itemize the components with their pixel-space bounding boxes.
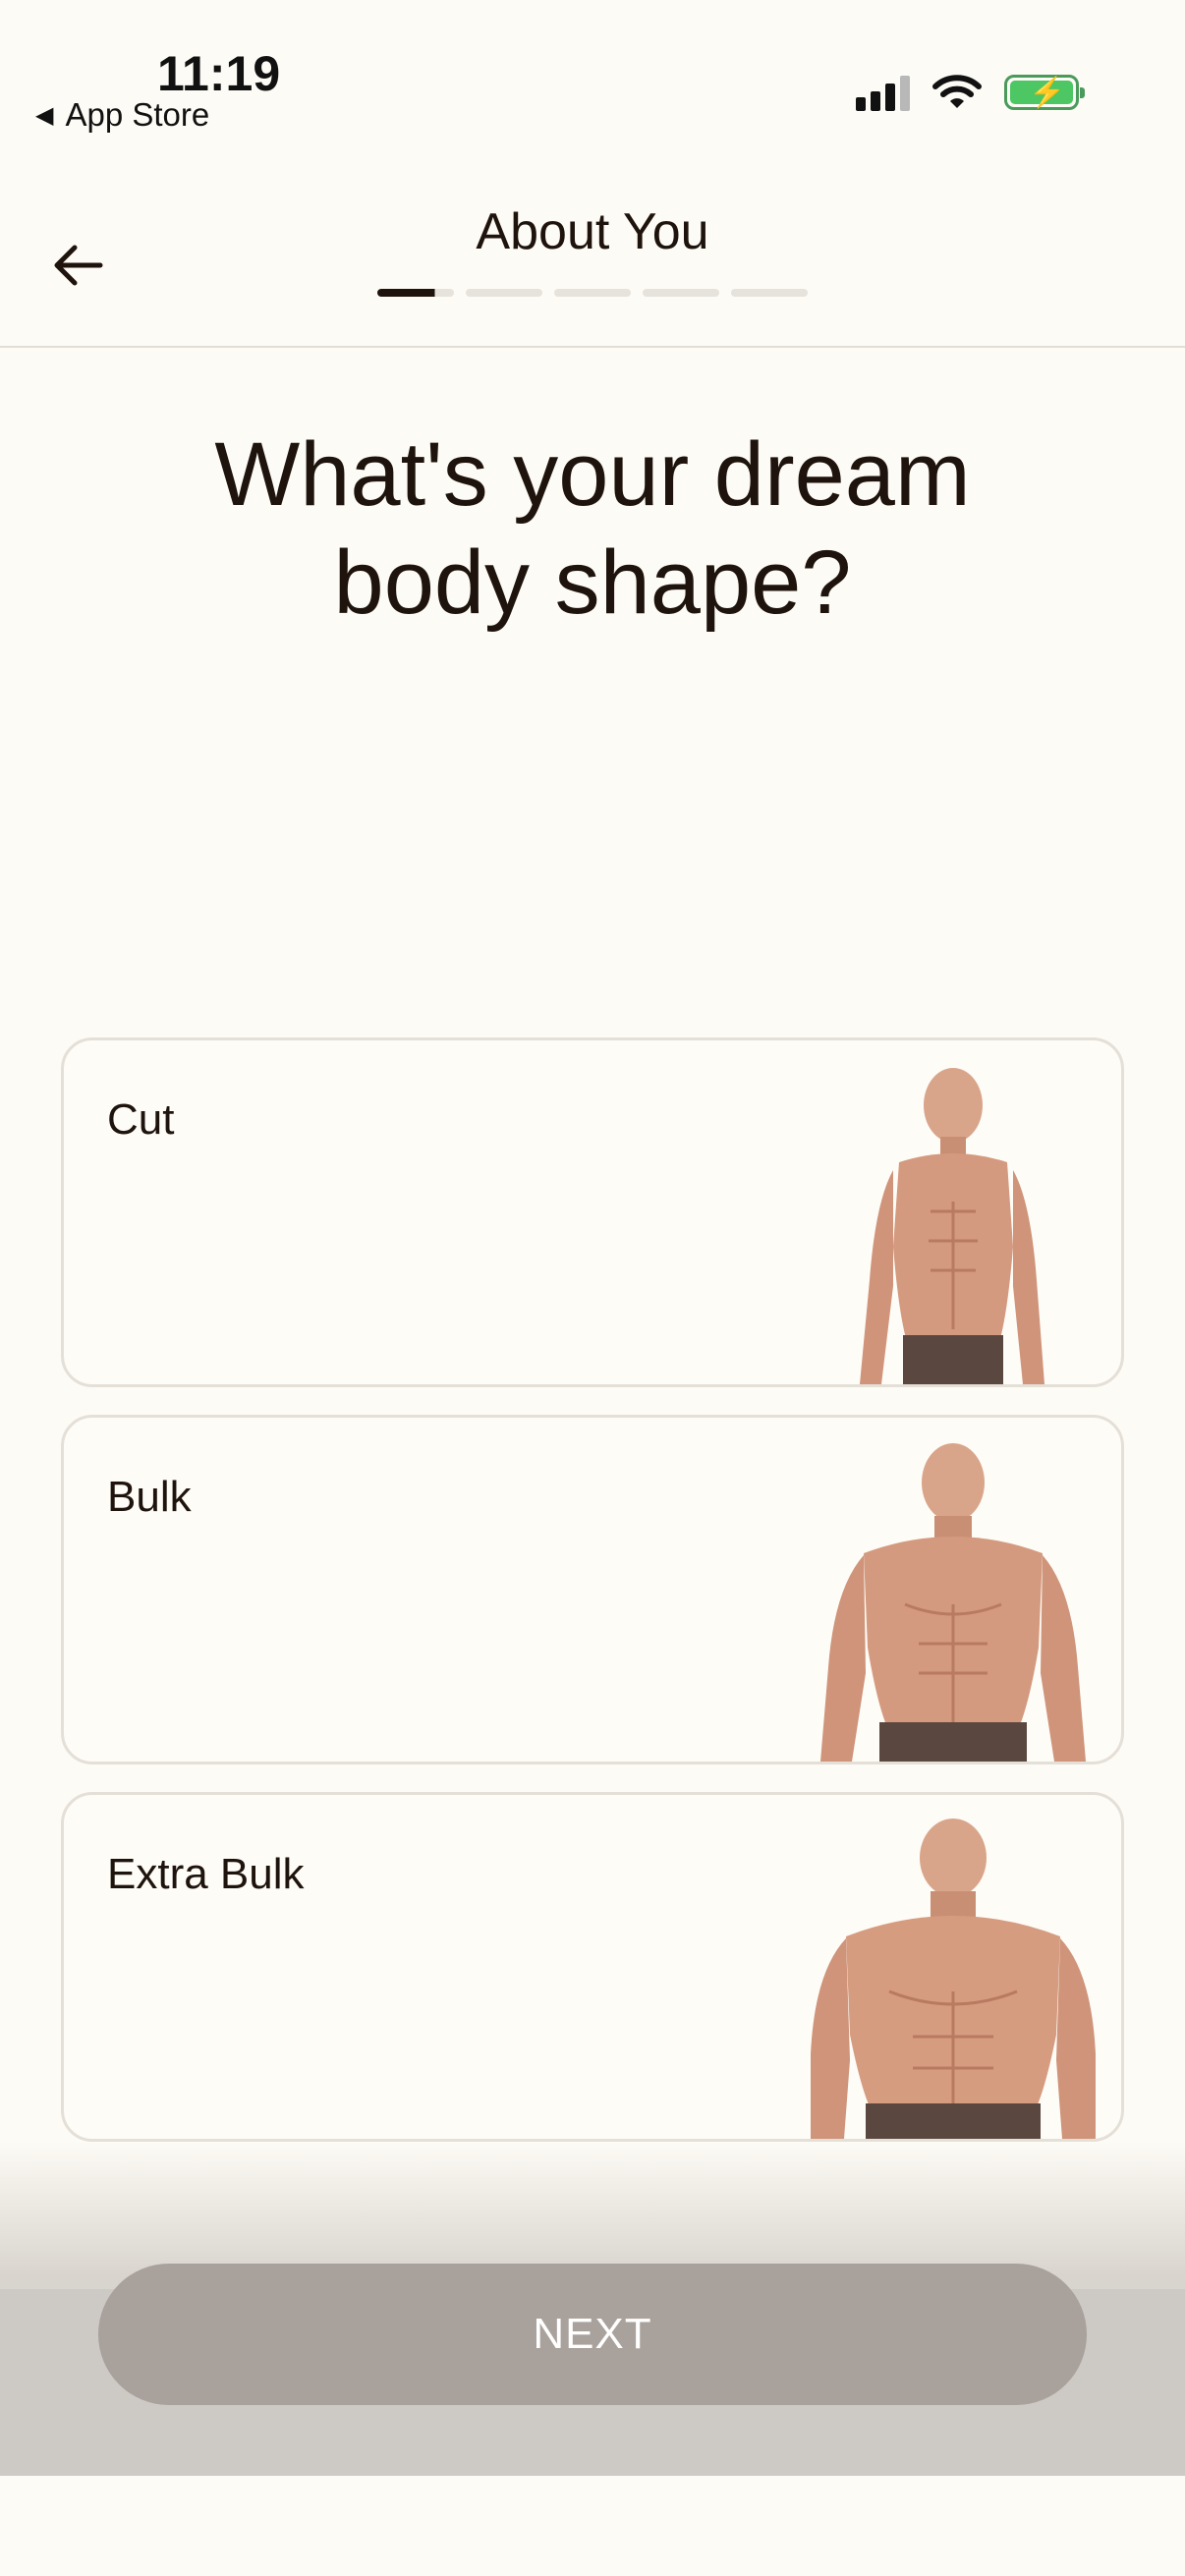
back-app-label: App Store xyxy=(65,96,210,133)
back-to-app-store[interactable]: ◀ App Store xyxy=(35,96,209,134)
progress-step-4 xyxy=(643,289,719,297)
progress-step-1 xyxy=(377,289,454,297)
next-button[interactable]: NEXT xyxy=(98,2264,1087,2405)
home-indicator-area xyxy=(0,2476,1185,2576)
cellular-signal-icon xyxy=(856,74,910,111)
muscular-physique-image xyxy=(820,1443,1086,1762)
progress-step-5 xyxy=(731,289,808,297)
status-time: 11:19 xyxy=(157,46,281,101)
option-label: Bulk xyxy=(107,1473,192,1521)
battery-charging-icon: ⚡ xyxy=(1004,75,1085,110)
question-line-1: What's your dream xyxy=(214,424,971,525)
option-card-cut[interactable]: Cut xyxy=(61,1037,1124,1387)
back-triangle-icon: ◀ xyxy=(35,101,54,129)
header-divider xyxy=(0,346,1185,348)
page-title: About You xyxy=(476,203,709,260)
heavy-muscular-physique-image xyxy=(811,1819,1096,2139)
option-card-bulk[interactable]: Bulk xyxy=(61,1415,1124,1764)
option-label: Cut xyxy=(107,1095,175,1144)
status-icons: ⚡ xyxy=(856,73,1085,112)
lean-physique-image xyxy=(860,1068,1044,1384)
progress-step-2 xyxy=(466,289,542,297)
progress-step-3 xyxy=(554,289,631,297)
step-progress-indicator xyxy=(377,289,808,297)
question-line-2: body shape? xyxy=(333,532,852,633)
wifi-icon xyxy=(932,75,982,108)
option-card-extra-bulk[interactable]: Extra Bulk xyxy=(61,1792,1124,2142)
question-heading: What's your dream body shape? xyxy=(0,420,1185,637)
option-label: Extra Bulk xyxy=(107,1850,305,1898)
